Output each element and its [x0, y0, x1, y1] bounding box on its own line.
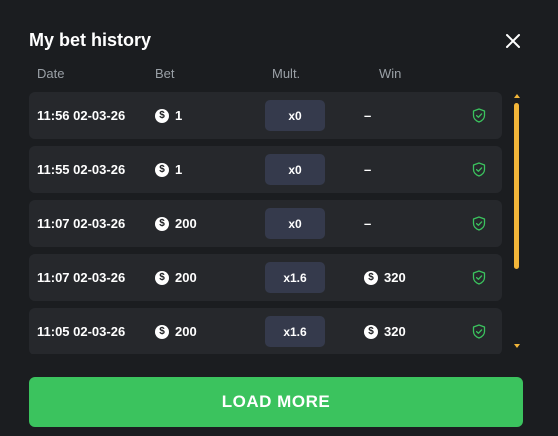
bet-date: 11:07 02-03-26 — [37, 270, 126, 285]
bet-date: 11:07 02-03-26 — [37, 216, 126, 231]
win-amount-cell: – — [364, 92, 371, 139]
bet-amount: 1 — [175, 108, 183, 123]
shield-check-icon[interactable] — [472, 162, 486, 177]
coin-icon: $ — [364, 324, 378, 339]
bet-amount-cell: $200 — [155, 200, 197, 247]
coin-icon: $ — [364, 270, 378, 285]
coin-icon: $ — [155, 324, 169, 339]
shield-check-icon[interactable] — [472, 216, 486, 231]
win-amount-cell: $320 — [364, 254, 406, 301]
shield-check-icon[interactable] — [472, 324, 486, 339]
scroll-down-arrow-icon[interactable] — [514, 344, 520, 348]
bet-amount-cell: $1 — [155, 92, 182, 139]
bet-amount-cell: $1 — [155, 146, 182, 193]
scroll-thumb[interactable] — [514, 103, 519, 269]
bet-row: 11:07 02-03-26 $200 x0 – — [29, 200, 502, 247]
win-amount: – — [364, 108, 372, 123]
bet-row: 11:05 02-03-26 $200 x1.6 $320 — [29, 308, 502, 354]
win-amount-cell: $320 — [364, 308, 406, 354]
bet-amount-cell: $200 — [155, 254, 197, 301]
bet-amount: 200 — [175, 270, 197, 285]
close-button[interactable] — [502, 30, 524, 52]
bet-amount: 200 — [175, 216, 197, 231]
modal-title: My bet history — [29, 30, 152, 50]
coin-icon: $ — [155, 270, 169, 285]
bet-date: 11:56 02-03-26 — [37, 108, 126, 123]
multiplier-badge: x1.6 — [265, 316, 325, 347]
bet-amount: 1 — [175, 162, 183, 177]
scrollbar[interactable] — [513, 94, 523, 352]
bet-row: 11:56 02-03-26 $1 x0 – — [29, 92, 502, 139]
win-amount: 320 — [384, 324, 406, 339]
bet-row: 11:55 02-03-26 $1 x0 – — [29, 146, 502, 193]
column-header-date: Date — [37, 66, 65, 81]
win-amount: – — [364, 162, 372, 177]
bet-date: 11:05 02-03-26 — [37, 324, 126, 339]
shield-check-icon[interactable] — [472, 108, 486, 123]
bet-row: 11:07 02-03-26 $200 x1.6 $320 — [29, 254, 502, 301]
coin-icon: $ — [155, 162, 169, 177]
bet-amount: 200 — [175, 324, 197, 339]
multiplier-badge: x1.6 — [265, 262, 325, 293]
scroll-up-arrow-icon[interactable] — [514, 94, 520, 98]
close-icon — [506, 34, 520, 48]
coin-icon: $ — [155, 216, 169, 231]
multiplier-badge: x0 — [265, 154, 325, 185]
multiplier-badge: x0 — [265, 208, 325, 239]
multiplier-badge: x0 — [265, 100, 325, 131]
win-amount: – — [364, 216, 372, 231]
coin-icon: $ — [155, 108, 169, 123]
table-header: Date Bet Mult. Win — [0, 66, 558, 82]
win-amount: 320 — [384, 270, 406, 285]
load-more-button[interactable]: LOAD MORE — [29, 377, 523, 427]
win-amount-cell: – — [364, 146, 371, 193]
bet-amount-cell: $200 — [155, 308, 197, 354]
column-header-win: Win — [379, 66, 402, 81]
bet-history-list[interactable]: 11:56 02-03-26 $1 x0–11:55 02-03-26 $1 x0–11… — [29, 92, 502, 354]
column-header-bet: Bet — [155, 66, 175, 81]
column-header-mult: Mult. — [272, 66, 301, 81]
win-amount-cell: – — [364, 200, 371, 247]
bet-history-modal: My bet history Date Bet Mult. Win 11:56 … — [0, 0, 558, 436]
shield-check-icon[interactable] — [472, 270, 486, 285]
bet-date: 11:55 02-03-26 — [37, 162, 126, 177]
